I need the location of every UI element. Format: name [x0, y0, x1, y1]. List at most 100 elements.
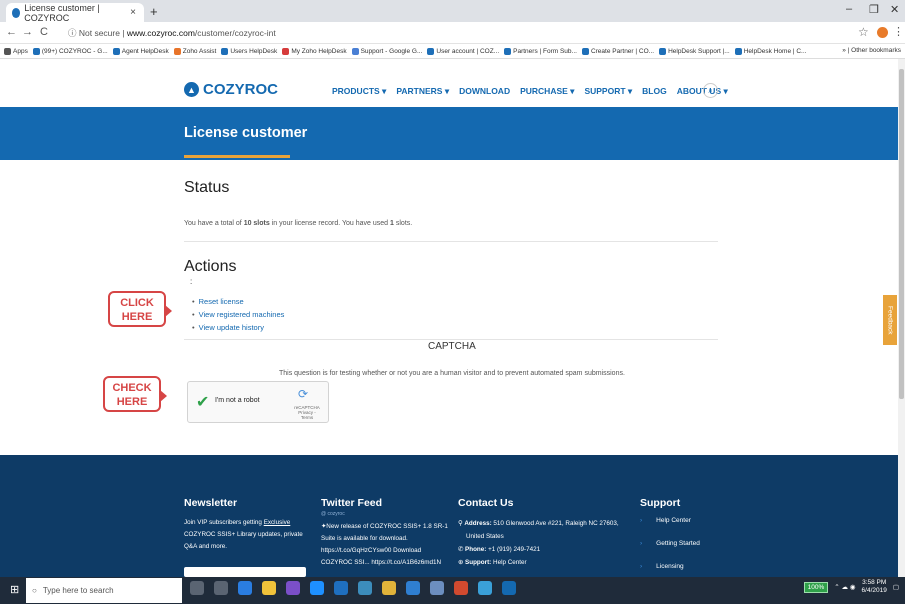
tweet-link[interactable]: COZYROC SSI... https://t.co/A1B6z6md1N [321, 557, 448, 569]
back-button[interactable]: ← [6, 26, 17, 38]
chevron-right-icon: › [640, 517, 643, 524]
view-registered-machines-link[interactable]: View registered machines [192, 310, 285, 323]
nav-products[interactable]: PRODUCTS ▾ [332, 86, 386, 97]
recaptcha-branding: reCAPTCHA Privacy - Terms [294, 405, 320, 420]
contact-section: Contact Us ⚲ Address: 510 Glenwood Ave #… [458, 497, 619, 566]
browser-tab[interactable]: License customer | COZYROC × [6, 3, 144, 23]
search-icon[interactable]: ⌕ [703, 83, 718, 98]
notification-icon[interactable]: ▢ [893, 583, 899, 591]
status-heading: Status [184, 179, 230, 196]
system-tray: 100% ⌃ ☁ ◉ 3:58 PM 6/4/2019 ▢ [803, 579, 899, 595]
recaptcha-logo-icon: ⟳ [298, 387, 309, 401]
other-bookmarks-label[interactable]: Other bookmarks [851, 47, 901, 54]
opera-icon[interactable] [454, 581, 468, 595]
recaptcha-widget[interactable]: ✔ I'm not a robot ⟳ reCAPTCHA Privacy - T… [187, 381, 329, 423]
taskbar-apps [190, 581, 516, 595]
reset-license-link[interactable]: Reset license [192, 297, 284, 310]
microphone-icon[interactable] [190, 581, 204, 595]
taskbar-search-placeholder: Type here to search [42, 586, 114, 595]
ssms-icon[interactable] [358, 581, 372, 595]
battery-indicator[interactable]: 100% [803, 581, 829, 593]
page-title: License customer [184, 125, 308, 141]
nav-purchase[interactable]: PURCHASE ▾ [520, 86, 574, 97]
store-icon[interactable] [262, 581, 276, 595]
security-indicator[interactable]: ⓘ Not secure [68, 28, 120, 38]
bookmark-item[interactable]: (99+) COZYROC - G... [32, 47, 108, 55]
cozyroc-app-icon[interactable] [502, 581, 516, 595]
bookmark-star-icon[interactable]: ☆ [858, 25, 869, 39]
taskbar-search[interactable]: ○ Type here to search [26, 578, 182, 603]
nav-download[interactable]: DOWNLOAD [459, 86, 510, 97]
bookmarks-overflow-icon[interactable]: » [842, 47, 846, 54]
feedback-tab[interactable]: Feedback [883, 295, 897, 345]
bookmark-item[interactable]: User account | COZ... [427, 47, 499, 55]
actions-list: Reset license View registered machines V… [192, 297, 285, 336]
maximize-button[interactable]: ❐ [869, 3, 879, 16]
exclusive-link[interactable]: Exclusive [264, 519, 291, 526]
close-window-button[interactable]: ✕ [890, 3, 899, 16]
twitter-title: Twitter Feed [321, 497, 383, 509]
slots-total: 10 slots [243, 220, 270, 227]
bookmark-item[interactable]: Zoho Assist [173, 47, 216, 55]
bookmark-item[interactable]: Apps [4, 47, 28, 55]
nav-support[interactable]: SUPPORT ▾ [584, 86, 632, 97]
support-title: Support [640, 497, 681, 509]
bookmark-item[interactable]: HelpDesk Home | C... [734, 47, 806, 55]
photos-icon[interactable] [430, 581, 444, 595]
visual-studio-icon[interactable] [286, 581, 300, 595]
profile-avatar[interactable] [877, 27, 888, 38]
tab-close-icon[interactable]: × [130, 7, 136, 18]
bookmark-item[interactable]: Create Partner | CO... [581, 47, 654, 55]
bookmark-item[interactable]: HelpDesk Support |... [659, 47, 730, 55]
scrollbar-thumb[interactable] [899, 69, 904, 399]
support-icon: ⊕ [458, 559, 466, 566]
bookmarks-bar: Apps (99+) COZYROC - G... Agent HelpDesk… [0, 44, 905, 59]
twitter-handle[interactable]: @ cozyroc [321, 511, 448, 517]
bookmark-item[interactable]: Agent HelpDesk [112, 47, 169, 55]
chrome-icon[interactable] [382, 581, 396, 595]
url-field[interactable]: ⓘ Not secure | www.cozyroc.com/customer/… [68, 27, 276, 39]
minimize-button[interactable]: – [846, 3, 852, 15]
other-bookmarks[interactable]: » | Other bookmarks [842, 47, 901, 54]
newsletter-email-input[interactable] [184, 567, 306, 577]
bookmark-item[interactable]: My Zoho HelpDesk [282, 47, 347, 55]
browser-menu-icon[interactable]: ⋮ [893, 25, 904, 38]
checkmark-icon[interactable]: ✔ [196, 392, 209, 412]
bookmark-favicon-icon [351, 47, 359, 55]
network-icon[interactable]: ⌃ ☁ ◉ [834, 583, 855, 591]
captcha-title: CAPTCHA [428, 341, 476, 352]
clock[interactable]: 3:58 PM 6/4/2019 [862, 579, 887, 595]
task-view-icon[interactable] [214, 581, 228, 595]
new-tab-button[interactable]: + [150, 4, 158, 19]
cozyroc-logo[interactable]: ▲ COZYROC [184, 81, 278, 98]
reload-button[interactable]: C [40, 26, 48, 38]
app-icon[interactable] [478, 581, 492, 595]
scrollbar[interactable] [898, 59, 905, 577]
url-host: www.cozyroc.com [126, 28, 195, 38]
support-help-center-link[interactable]: › Help Center [640, 517, 700, 540]
forward-button[interactable]: → [22, 26, 33, 38]
status-text: You have a total of 10 slots in your lic… [184, 220, 413, 227]
bookmark-item[interactable]: Users HelpDesk [221, 47, 277, 55]
support-getting-started-link[interactable]: › Getting Started [640, 540, 700, 563]
ie-icon[interactable] [310, 581, 324, 595]
edge-icon[interactable] [238, 581, 252, 595]
outlook-icon[interactable] [334, 581, 348, 595]
file-explorer-icon[interactable] [406, 581, 420, 595]
contact-title: Contact Us [458, 497, 514, 509]
tweet-link[interactable]: https://t.co/GqHzCYsw00 Download [321, 545, 448, 557]
phone-icon: ✆ [458, 546, 466, 553]
url-path: /customer/cozyroc-int [194, 28, 276, 38]
nav-blog[interactable]: BLOG [642, 86, 667, 97]
bookmark-favicon-icon [32, 47, 40, 55]
divider [184, 241, 718, 242]
windows-start-icon[interactable]: ⊞ [10, 583, 19, 596]
bookmark-item[interactable]: Partners | Form Sub... [504, 47, 577, 55]
cozyroc-favicon-icon [12, 7, 21, 18]
newsletter-section: Newsletter Join VIP subscribers getting … [184, 497, 303, 550]
bookmark-item[interactable]: Support - Google G... [351, 47, 422, 55]
bookmark-favicon-icon [112, 47, 120, 55]
help-center-link[interactable]: Help Center [491, 559, 527, 566]
view-update-history-link[interactable]: View update history [192, 323, 284, 336]
nav-partners[interactable]: PARTNERS ▾ [396, 86, 449, 97]
